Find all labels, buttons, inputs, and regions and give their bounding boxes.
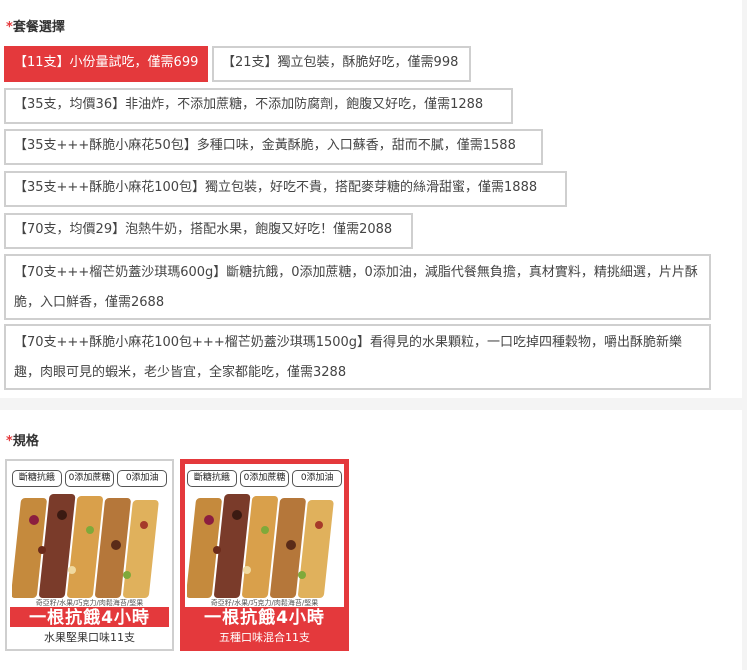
spec-title: *規格 xyxy=(6,430,39,449)
package-option-35[interactable]: 【35支，均價36】非油炸，不添加蔗糖，不添加防腐劑，飽腹又好吃，僅需1288 xyxy=(4,88,513,124)
package-title-text: 套餐選擇 xyxy=(12,20,65,35)
package-option-11[interactable]: 【11支】小份量試吃，僅需699 xyxy=(4,46,208,82)
spec-title-text: 規格 xyxy=(12,434,39,449)
package-option-70[interactable]: 【70支，均價29】泡熱牛奶，搭配水果，飽腹又好吃！僅需2088 xyxy=(4,213,413,249)
package-option-70-combo[interactable]: 【70支+++酥脆小麻花100包+++榴芒奶蓋沙琪瑪1500g】看得見的水果顆粒… xyxy=(4,324,711,390)
badge-no-oil: 0添加油 xyxy=(292,470,343,487)
package-section: *套餐選擇 【11支】小份量試吃，僅需699 【21支】獨立包裝，酥脆好吃，僅需… xyxy=(0,0,742,398)
granola-bars-picture xyxy=(12,494,159,598)
spec-section: *規格 斷糖抗餓 0添加蔗糖 0添加油 奇亞籽/水果/巧克力/肉鬆海苔/堅果 一… xyxy=(0,410,742,670)
required-mark: * xyxy=(6,434,13,449)
slogan-banner: 一根抗餓4小時 xyxy=(185,607,344,627)
badge-sugar-free: 斷糖抗餓 xyxy=(187,470,237,487)
spec-card-five-flavors[interactable]: 斷糖抗餓 0添加蔗糖 0添加油 奇亞籽/水果/巧克力/肉鬆海苔/堅果 一根抗餓4… xyxy=(180,459,349,651)
package-title: *套餐選擇 xyxy=(6,16,65,35)
badge-no-cane-sugar: 0添加蔗糖 xyxy=(64,470,115,487)
badge-no-cane-sugar: 0添加蔗糖 xyxy=(239,470,290,487)
slogan-banner: 一根抗餓4小時 xyxy=(10,607,169,627)
granola-bars-picture xyxy=(187,494,334,598)
product-image: 斷糖抗餓 0添加蔗糖 0添加油 奇亞籽/水果/巧克力/肉鬆海苔/堅果 一根抗餓4… xyxy=(10,464,169,627)
required-mark: * xyxy=(6,20,13,35)
spec-card-fruit-nut[interactable]: 斷糖抗餓 0添加蔗糖 0添加油 奇亞籽/水果/巧克力/肉鬆海苔/堅果 一根抗餓4… xyxy=(5,459,174,651)
package-option-35-twist100[interactable]: 【35支+++酥脆小麻花100包】獨立包裝，好吃不貴，搭配麥芽糖的絲滑甜蜜，僅需… xyxy=(4,171,567,207)
package-option-21[interactable]: 【21支】獨立包裝，酥脆好吃，僅需998 xyxy=(212,46,471,82)
badge-sugar-free: 斷糖抗餓 xyxy=(12,470,62,487)
package-option-35-twist50[interactable]: 【35支+++酥脆小麻花50包】多種口味，金黃酥脆，入口蘇香，甜而不膩，僅需15… xyxy=(4,129,543,165)
spec-name: 水果堅果口味11支 xyxy=(44,631,135,644)
badge-no-oil: 0添加油 xyxy=(117,470,168,487)
package-option-70-sachima600[interactable]: 【70支+++榴芒奶蓋沙琪瑪600g】斷糖抗餓，0添加蔗糖，0添加油，減脂代餐無… xyxy=(4,254,711,320)
badge-row: 斷糖抗餓 0添加蔗糖 0添加油 xyxy=(12,470,168,487)
product-image: 斷糖抗餓 0添加蔗糖 0添加油 奇亞籽/水果/巧克力/肉鬆海苔/堅果 一根抗餓4… xyxy=(185,464,344,627)
spec-name: 五種口味混合11支 xyxy=(219,631,310,644)
badge-row: 斷糖抗餓 0添加蔗糖 0添加油 xyxy=(187,470,343,487)
